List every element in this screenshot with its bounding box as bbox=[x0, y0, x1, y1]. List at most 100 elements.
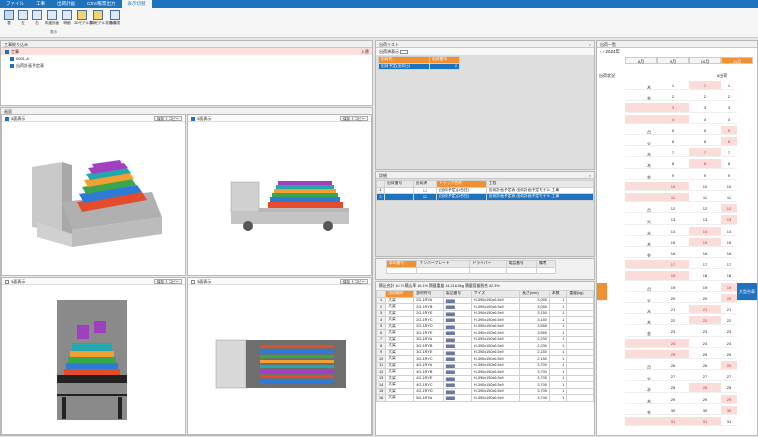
calendar-day[interactable]: 23 bbox=[721, 327, 737, 337]
calendar-day[interactable]: 7 bbox=[657, 148, 689, 158]
calendar-day[interactable]: 5 bbox=[657, 126, 689, 136]
calendar-day[interactable]: 27 bbox=[721, 372, 737, 382]
calendar-day[interactable]: 24 bbox=[657, 338, 689, 348]
calendar-day[interactable]: 13 bbox=[657, 215, 689, 225]
calendar-day[interactable]: 29 bbox=[689, 395, 721, 404]
calendar-day[interactable]: 30 bbox=[657, 406, 689, 416]
copy-button[interactable]: コピー bbox=[165, 116, 182, 121]
ribbon-3d-hide-button[interactable]: 3Dモデル非表示 bbox=[90, 10, 115, 26]
calendar-day[interactable]: 4 bbox=[689, 115, 721, 124]
prev-arrow-icon[interactable]: ‹ bbox=[600, 49, 602, 54]
calendar-day[interactable]: 1 bbox=[721, 81, 737, 91]
calendar-day[interactable]: 26 bbox=[721, 361, 737, 371]
calendar-cell[interactable] bbox=[625, 238, 657, 248]
menu-construction[interactable]: 工事 bbox=[30, 0, 51, 8]
calendar-cell[interactable] bbox=[625, 249, 657, 259]
calendar-day[interactable]: 13 bbox=[689, 215, 721, 225]
calendar-day[interactable]: 13 bbox=[721, 215, 737, 225]
calendar-day[interactable]: 16 bbox=[721, 249, 737, 259]
calendar-cell[interactable] bbox=[625, 126, 657, 136]
calendar-day[interactable]: 19 bbox=[689, 283, 721, 292]
calendar-cell[interactable] bbox=[625, 103, 657, 113]
calendar-day[interactable]: 5 bbox=[721, 125, 737, 136]
calendar-day[interactable]: 15 bbox=[689, 237, 721, 248]
month-header[interactable]: 11月 bbox=[721, 57, 753, 64]
calendar-cell[interactable] bbox=[625, 215, 657, 225]
month-header[interactable]: 10月 bbox=[689, 57, 721, 64]
calendar-day[interactable]: 4 bbox=[657, 114, 689, 124]
calendar-cell[interactable] bbox=[625, 171, 657, 180]
checkbox-icon[interactable]: ☑ bbox=[412, 193, 438, 201]
truck-info-row[interactable] bbox=[385, 266, 557, 274]
calendar-day[interactable]: 20 bbox=[721, 293, 737, 304]
calendar-cell[interactable] bbox=[625, 361, 657, 371]
calendar-cell[interactable] bbox=[625, 327, 657, 337]
ribbon-3d-show-button[interactable]: 3Dモデル表示 bbox=[74, 10, 96, 26]
calendar-day[interactable]: 14 bbox=[721, 227, 737, 236]
member-row[interactable]: 16 大梁 5G-1RYA ▆▆▆ H-390x150x6.5x9 3,705 1 bbox=[375, 394, 594, 402]
calendar-day[interactable]: 5 bbox=[689, 126, 721, 136]
calendar-cell[interactable] bbox=[625, 417, 657, 427]
calendar-day[interactable]: 3 bbox=[721, 103, 737, 113]
calendar-day[interactable]: 2 bbox=[689, 92, 721, 102]
calendar-day[interactable]: 28 bbox=[689, 383, 721, 393]
calendar-day[interactable]: 27 bbox=[657, 372, 689, 382]
calendar-day[interactable]: 10 bbox=[657, 181, 689, 192]
calendar-day[interactable]: 6 bbox=[657, 137, 689, 147]
checkbox-icon[interactable] bbox=[5, 279, 9, 284]
calendar-cell[interactable] bbox=[625, 305, 657, 315]
calendar-day[interactable]: 19 bbox=[721, 282, 737, 292]
calendar-day[interactable]: 7 bbox=[689, 148, 721, 158]
calendar-day[interactable]: 21 bbox=[657, 305, 689, 315]
calendar-cell[interactable] bbox=[625, 260, 657, 270]
calendar-day[interactable]: 6 bbox=[689, 137, 721, 147]
calendar-day[interactable]: 28 bbox=[721, 383, 737, 393]
checkbox-icon[interactable] bbox=[5, 49, 9, 54]
checkbox-icon[interactable] bbox=[191, 116, 195, 121]
calendar-day[interactable]: 16 bbox=[657, 249, 689, 259]
calendar-cell[interactable] bbox=[625, 294, 657, 304]
calendar-day[interactable]: 14 bbox=[689, 226, 721, 236]
checkbox-icon[interactable] bbox=[5, 116, 9, 121]
calendar-day[interactable]: 11 bbox=[721, 193, 737, 203]
view-3d-perspective[interactable]: 3面表示 保存 コピー bbox=[1, 114, 186, 276]
calendar-cell[interactable] bbox=[625, 349, 657, 360]
calendar-day[interactable]: 1 bbox=[689, 81, 721, 91]
calendar-cell[interactable] bbox=[625, 81, 657, 91]
calendar-day[interactable]: 12 bbox=[657, 204, 689, 214]
calendar-day[interactable]: 7 bbox=[721, 148, 737, 158]
calendar-cell[interactable] bbox=[625, 181, 657, 192]
calendar-cell[interactable] bbox=[625, 383, 657, 393]
calendar-cell[interactable] bbox=[625, 148, 657, 158]
copy-button[interactable]: コピー bbox=[165, 279, 182, 284]
calendar-day[interactable]: 9 bbox=[721, 171, 737, 180]
close-icon[interactable]: × bbox=[589, 41, 591, 48]
swap-label[interactable]: 入替 bbox=[361, 48, 369, 55]
calendar-day[interactable]: 26 bbox=[689, 361, 721, 371]
calendar-day[interactable]: 15 bbox=[721, 238, 737, 248]
calendar-day[interactable]: 12 bbox=[721, 204, 737, 214]
calendar-cell[interactable] bbox=[625, 137, 657, 147]
calendar-day[interactable]: 14 bbox=[657, 227, 689, 236]
calendar-day[interactable]: 8 bbox=[721, 159, 737, 169]
calendar-day[interactable]: 3 bbox=[657, 103, 689, 113]
calendar-day[interactable]: 30 bbox=[721, 405, 737, 416]
calendar-day[interactable]: 21 bbox=[721, 305, 737, 315]
checkbox-icon[interactable] bbox=[10, 63, 14, 68]
detail-row-selected[interactable]: 2 ☑ (出荷予定)(1台目) 出荷計画予定表 出荷計画予定モデル 工事 bbox=[376, 193, 595, 201]
calendar-day[interactable]: 20 bbox=[689, 294, 721, 304]
calendar-cell[interactable] bbox=[625, 159, 657, 169]
copy-button[interactable]: コピー bbox=[351, 279, 368, 284]
calendar-day[interactable]: 22 bbox=[721, 316, 737, 326]
calendar-day[interactable]: 6 bbox=[721, 137, 737, 147]
calendar-day[interactable]: 11 bbox=[657, 193, 689, 203]
calendar-cell[interactable] bbox=[625, 338, 657, 348]
calendar-day[interactable]: 19 bbox=[657, 283, 689, 292]
calendar-day[interactable]: 23 bbox=[689, 327, 721, 337]
calendar-day[interactable]: 8 bbox=[657, 159, 689, 169]
calendar-day[interactable]: 26 bbox=[657, 361, 689, 371]
calendar-day[interactable]: 17 bbox=[657, 260, 689, 270]
menu-file[interactable]: ファイル bbox=[0, 0, 30, 8]
calendar-day[interactable]: 18 bbox=[689, 271, 721, 281]
copy-button[interactable]: コピー bbox=[351, 116, 368, 121]
